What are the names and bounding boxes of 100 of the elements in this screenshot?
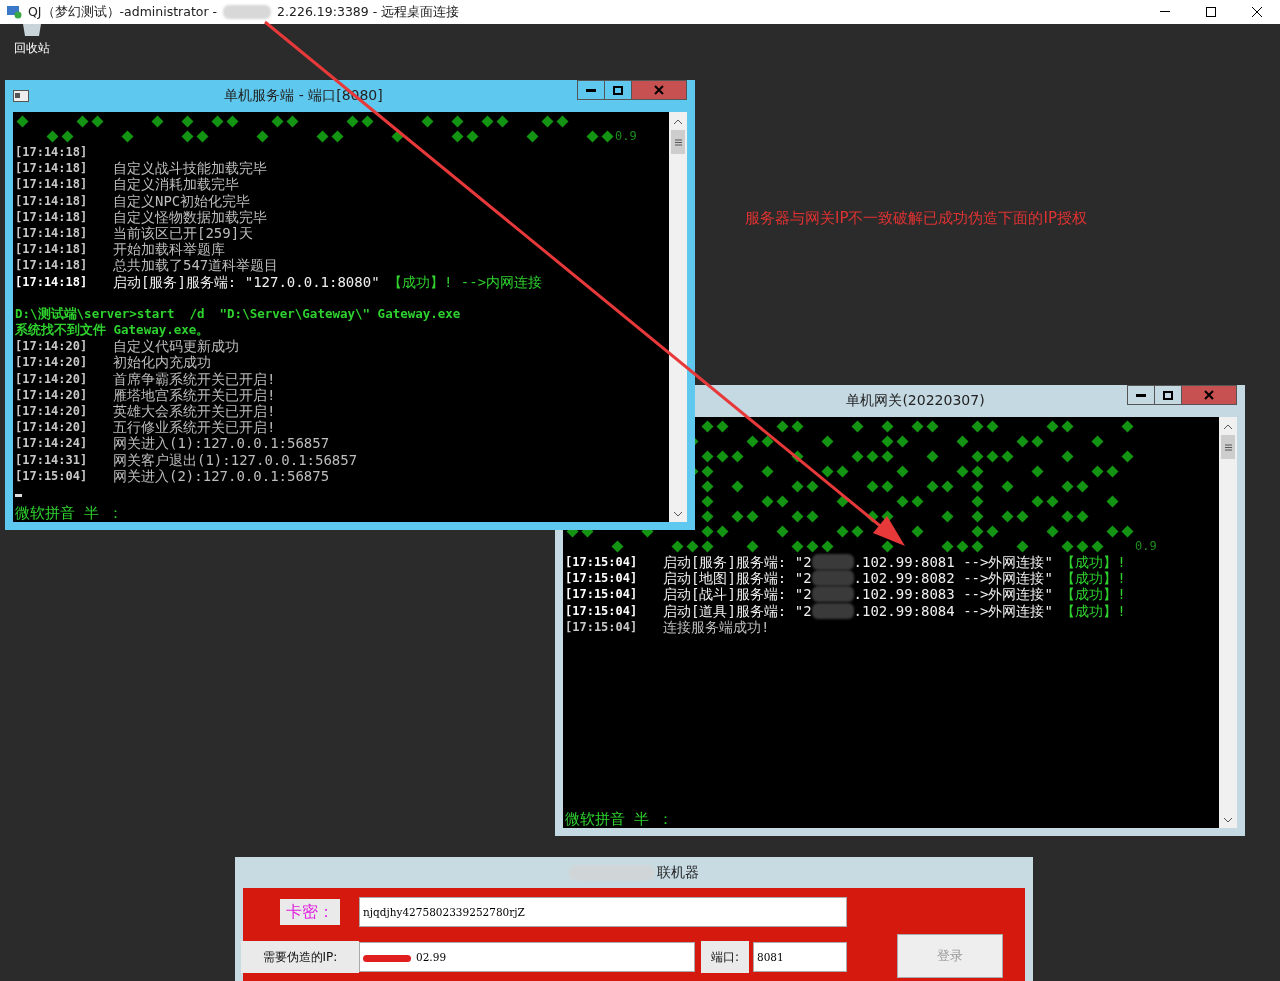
window-title: 2.226.19:3389 - 远程桌面连接	[277, 3, 460, 21]
ip-field[interactable]: 02.99	[359, 942, 695, 972]
grip-icon	[1224, 443, 1232, 451]
redaction-blur	[811, 602, 854, 619]
minimize-button[interactable]	[577, 80, 605, 100]
log-message: 自定义怪物数据加载完毕	[113, 208, 267, 225]
command-text: 系统找不到文件 Gateway.exe。	[15, 322, 210, 339]
scrollbar[interactable]	[669, 112, 687, 522]
status-text: 【成功】!	[1060, 602, 1126, 619]
scrollbar[interactable]	[1219, 417, 1237, 828]
grip-icon	[674, 138, 682, 146]
field-label: 卡密：	[280, 899, 340, 925]
log-time: [17:14:20]	[15, 338, 89, 355]
log-time: [17:14:18]	[15, 144, 89, 161]
log-time: [17:14:31]	[15, 451, 89, 468]
log-time: [17:14:20]	[15, 419, 89, 436]
redaction-scribble	[363, 955, 411, 962]
log-time: [17:14:18]	[15, 224, 89, 242]
log-message: 自定义代码更新成功	[113, 338, 239, 355]
log-time: [17:14:20]	[15, 386, 89, 403]
log-message: 当前该区已开[259]天	[113, 224, 254, 242]
console-icon	[13, 90, 29, 102]
maximize-icon	[1206, 7, 1216, 17]
remote-desktop-icon	[6, 5, 22, 19]
version-text: 0.9	[615, 127, 637, 144]
log-message: 开始加载科举题库	[113, 241, 225, 258]
port-field[interactable]: 8081	[753, 942, 847, 972]
desktop-icon-label[interactable]: 回收站	[14, 40, 50, 57]
annotation-text: 服务器与网关IP不一致破解已成功伪造下面的IP授权	[745, 209, 1087, 228]
field-label: 端口:	[701, 941, 749, 973]
log-time: [17:15:04]	[15, 467, 89, 484]
close-button[interactable]	[1181, 385, 1237, 405]
status-text: 【成功】!	[1060, 554, 1126, 571]
log-message: 五行修业系统开关已开启!	[113, 419, 276, 436]
log-message: 启动[道具]服务端: "2	[663, 602, 812, 619]
status-text: 【成功】!	[1060, 586, 1126, 603]
log-time: [17:15:04]	[565, 602, 639, 619]
log-message: .102.99:8081 -->外网连接"	[853, 554, 1053, 571]
status-text: 【成功】! -->内网连接	[387, 273, 543, 290]
log-message: 英雄大会系统开关已开启!	[113, 403, 276, 420]
log-time: [17:14:20]	[15, 370, 89, 387]
log-message: 自定义战斗技能加载完毕	[113, 160, 267, 177]
log-message: 启动[战斗]服务端: "2	[663, 586, 812, 603]
log-time: [17:15:04]	[565, 618, 639, 635]
ime-status: 微软拼音 半 ：	[565, 810, 675, 828]
log-message: 雁塔地宫系统开关已开启!	[113, 386, 276, 403]
log-time: [17:15:04]	[565, 570, 639, 587]
log-time: [17:14:18]	[15, 241, 89, 258]
minimize-icon	[586, 88, 596, 92]
log-message: 首席争霸系统开关已开启!	[113, 370, 276, 387]
window-title: 联机器	[657, 863, 699, 882]
redaction-blur	[811, 570, 854, 587]
close-icon	[654, 85, 664, 95]
scroll-thumb[interactable]	[671, 130, 685, 154]
log-message: 自定义NPC初始化完毕	[113, 192, 251, 209]
log-time: [17:14:18]	[15, 257, 89, 274]
log-message: 网关进入(1):127.0.0.1:56857	[113, 435, 330, 452]
log-message: .102.99:8082 -->外网连接"	[853, 570, 1053, 587]
command-text: D:\测试端\server>start /d "D:\Server\Gateway\" Gateway.exe	[15, 305, 461, 323]
log-message: 启动[地图]服务端: "2	[663, 570, 812, 587]
log-message: .102.99:8083 -->外网连接"	[853, 586, 1053, 603]
card-key-field[interactable]: njqdjhy4275802339252780rjZ	[359, 897, 847, 927]
version-text: 0.9	[1135, 537, 1157, 554]
ime-status: 微软拼音 半 ：	[15, 504, 125, 522]
text-cursor	[15, 493, 22, 497]
maximize-icon	[613, 85, 623, 95]
redaction-blur	[811, 586, 854, 603]
log-message: 网关进入(2):127.0.0.1:56875	[113, 467, 330, 484]
log-time: [17:14:18]	[15, 176, 89, 193]
log-time: [17:14:18]	[15, 208, 89, 225]
log-message: 总共加载了547道科举题目	[113, 257, 279, 274]
minimize-icon	[1136, 393, 1146, 397]
redaction-blur	[811, 554, 854, 570]
scroll-thumb[interactable]	[1221, 435, 1235, 459]
close-icon	[1252, 7, 1262, 17]
minimize-icon	[1160, 11, 1170, 13]
close-button[interactable]	[631, 80, 687, 100]
log-time: [17:14:18]	[15, 273, 89, 290]
maximize-button[interactable]	[1154, 385, 1182, 405]
log-time: [17:14:20]	[15, 354, 89, 371]
status-text: 【成功】!	[1060, 570, 1126, 587]
field-label: 需要伪造的IP:	[241, 941, 359, 973]
log-time: [17:14:18]	[15, 160, 89, 177]
log-message: 初始化内充成功	[113, 354, 211, 371]
log-time: [17:14:18]	[15, 192, 89, 209]
log-time: [17:14:24]	[15, 435, 89, 452]
log-message: 连接服务端成功!	[663, 618, 770, 635]
log-time: [17:15:04]	[565, 554, 639, 571]
log-time: [17:15:04]	[565, 586, 639, 603]
log-message: 自定义消耗加载完毕	[113, 176, 239, 193]
log-message: .102.99:8084 -->外网连接"	[853, 602, 1053, 619]
log-message: 启动[服务]服务端: "2	[663, 554, 812, 571]
window-title: QJ（梦幻测试）-administrator -	[28, 3, 218, 21]
log-time: [17:14:20]	[15, 403, 89, 420]
log-message: 启动[服务]服务端: "127.0.0.1:8080"	[113, 273, 380, 290]
redaction-blur	[223, 5, 272, 19]
maximize-button[interactable]	[604, 80, 632, 100]
close-icon	[1204, 390, 1214, 400]
minimize-button[interactable]	[1127, 385, 1155, 405]
maximize-icon	[1163, 390, 1173, 400]
